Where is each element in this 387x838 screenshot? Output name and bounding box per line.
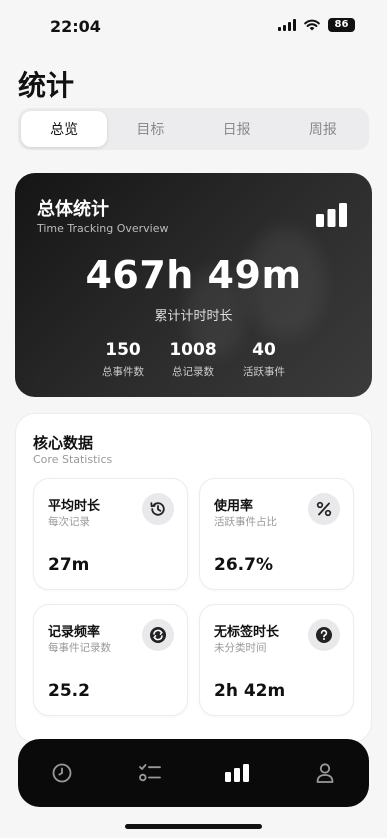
overview-title: 总体统计 <box>37 199 109 220</box>
page-title: 统计 <box>18 69 75 102</box>
question-icon <box>308 619 340 651</box>
home-indicator <box>125 824 262 829</box>
battery-indicator: 86 <box>328 18 355 32</box>
total-duration: 467h 49m <box>85 253 302 297</box>
card-subtitle: 每次记录 <box>48 516 90 528</box>
stat-value: 1008 <box>169 340 217 360</box>
segmented-tabs: 总览 目标 日报 周报 <box>18 108 369 150</box>
signal-icon <box>278 19 296 31</box>
core-statistics-section: 核心数据 Core Statistics 平均时长 每次记录 27m 使用率 活… <box>15 413 372 743</box>
percent-icon <box>308 493 340 525</box>
repeat-icon <box>142 619 174 651</box>
stat-label: 活跃事件 <box>243 366 285 378</box>
stat-card-usage-rate[interactable]: 使用率 活跃事件占比 26.7% <box>199 478 354 590</box>
nav-events[interactable] <box>130 753 170 793</box>
card-subtitle: 每事件记录数 <box>48 642 111 654</box>
stat-label: 总事件数 <box>102 366 144 378</box>
stat-card-untagged-duration[interactable]: 无标签时长 未分类时间 2h 42m <box>199 604 354 716</box>
card-title: 平均时长 <box>48 499 101 514</box>
stat-label: 总记录数 <box>172 366 214 378</box>
stat-value: 150 <box>105 340 141 360</box>
section-subtitle: Core Statistics <box>33 453 113 466</box>
status-bar: 22:04 86 <box>0 0 387 54</box>
tab-weekly[interactable]: 周报 <box>280 111 366 147</box>
tab-daily[interactable]: 日报 <box>194 111 280 147</box>
checklist-icon <box>138 764 161 782</box>
stat-total-records: 1008 总记录数 <box>158 340 228 379</box>
stat-active-events: 40 活跃事件 <box>229 340 299 379</box>
wifi-icon <box>304 19 320 31</box>
chart-icon <box>225 764 250 782</box>
overview-subtitle: Time Tracking Overview <box>37 222 169 235</box>
status-icons: 86 <box>278 18 355 32</box>
card-subtitle: 未分类时间 <box>214 642 267 654</box>
overview-card: 总体统计 Time Tracking Overview 467h 49m 累计计… <box>15 173 372 397</box>
status-time: 22:04 <box>50 17 101 36</box>
card-title: 无标签时长 <box>214 625 280 640</box>
nav-profile[interactable] <box>305 753 345 793</box>
tab-goals[interactable]: 目标 <box>107 111 193 147</box>
nav-statistics[interactable] <box>217 753 257 793</box>
card-value: 2h 42m <box>214 681 286 701</box>
bottom-tab-bar <box>18 739 369 807</box>
card-title: 使用率 <box>214 499 254 514</box>
stat-total-events: 150 总事件数 <box>88 340 158 379</box>
card-value: 27m <box>48 555 90 575</box>
person-icon <box>316 763 334 783</box>
bar-chart-icon <box>316 203 347 227</box>
stat-card-record-frequency[interactable]: 记录频率 每事件记录数 25.2 <box>33 604 188 716</box>
card-subtitle: 活跃事件占比 <box>214 516 277 528</box>
clock-icon <box>52 763 72 783</box>
card-value: 25.2 <box>48 681 90 701</box>
total-duration-caption: 累计计时时长 <box>154 309 233 324</box>
stat-value: 40 <box>252 340 276 360</box>
card-value: 26.7% <box>214 555 273 575</box>
tab-overview[interactable]: 总览 <box>21 111 108 147</box>
history-icon <box>142 493 174 525</box>
card-title: 记录频率 <box>48 625 101 640</box>
section-title: 核心数据 <box>33 434 94 452</box>
nav-timer[interactable] <box>42 753 82 793</box>
stat-card-average-duration[interactable]: 平均时长 每次记录 27m <box>33 478 188 590</box>
